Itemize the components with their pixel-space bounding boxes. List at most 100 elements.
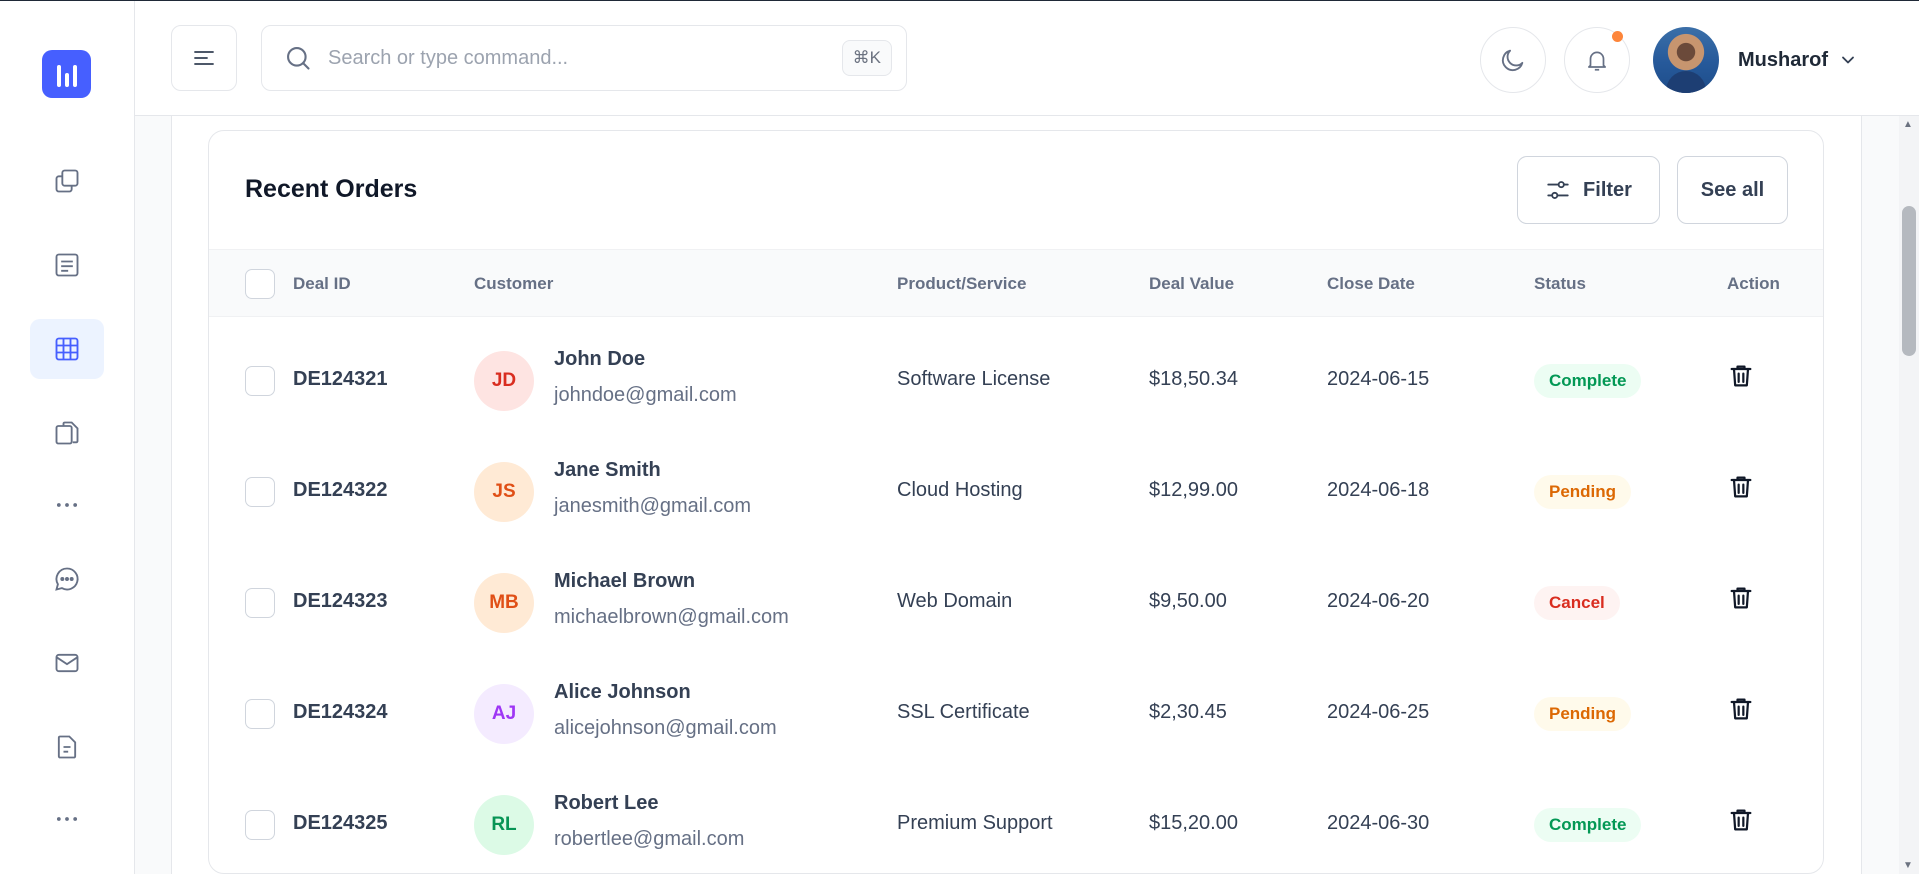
table-icon (55, 337, 79, 361)
deal-value: $15,20.00 (1149, 812, 1238, 834)
recent-orders-card: Recent Orders Filter See all Deal ID Cus… (208, 130, 1824, 874)
delete-row-button[interactable] (1727, 806, 1755, 839)
product-service: Cloud Hosting (897, 479, 1023, 501)
sidebar-item-chat[interactable] (30, 549, 104, 609)
customer-name: Alice Johnson (554, 681, 691, 703)
invoice-icon (57, 735, 77, 759)
customer-name: Michael Brown (554, 570, 696, 592)
scroll-up-arrow[interactable]: ▲ (1903, 119, 1913, 130)
search-shortcut-badge: ⌘K (841, 40, 892, 76)
close-date: 2024-06-18 (1327, 479, 1430, 501)
more-dots-icon (56, 817, 78, 821)
sidebar-item-invoice[interactable] (30, 717, 104, 777)
customer-initials-avatar: JS (474, 462, 534, 522)
user-avatar (1653, 27, 1719, 93)
user-menu[interactable]: Musharof (1653, 27, 1858, 93)
deal-id: DE124322 (293, 479, 388, 501)
close-date: 2024-06-30 (1327, 812, 1430, 834)
document-icon (55, 253, 79, 277)
filter-sliders-icon (1547, 181, 1569, 199)
delete-row-button[interactable] (1727, 695, 1755, 728)
sidebar-item-mail[interactable] (30, 633, 104, 693)
close-date: 2024-06-20 (1327, 590, 1430, 612)
customer-email: alicejohnson@gmail.com (554, 717, 777, 739)
sidebar-toggle-button[interactable] (171, 25, 237, 91)
column-header-deal-value[interactable]: Deal Value (1149, 274, 1234, 294)
column-header-customer[interactable]: Customer (474, 274, 553, 294)
chevron-down-icon (1842, 56, 1854, 64)
app-root: ⌘K Musharof Recent Orders Filter See all… (0, 0, 1919, 874)
column-header-deal-id[interactable]: Deal ID (293, 274, 351, 294)
row-checkbox[interactable] (245, 588, 275, 618)
copy-icon (55, 169, 79, 193)
status-badge: Cancel (1534, 586, 1620, 620)
column-header-product[interactable]: Product/Service (897, 274, 1026, 294)
table-header: Deal ID Customer Product/Service Deal Va… (209, 249, 1823, 317)
search-input[interactable] (328, 46, 842, 70)
chat-icon (55, 567, 79, 591)
app-logo[interactable] (42, 50, 91, 98)
column-header-close-date[interactable]: Close Date (1327, 274, 1415, 294)
deal-id: DE124324 (293, 701, 388, 723)
product-service: Web Domain (897, 590, 1013, 612)
notification-dot (1612, 31, 1623, 42)
row-checkbox[interactable] (245, 366, 275, 396)
pages-icon (55, 421, 79, 445)
customer-initials-avatar: MB (474, 573, 534, 633)
table-row: DE124325 RL Robert Lee robertlee@gmail.com P… (209, 770, 1823, 873)
bell-icon (1588, 51, 1606, 71)
status-badge: Complete (1534, 808, 1642, 842)
column-header-status[interactable]: Status (1534, 274, 1586, 294)
close-date: 2024-06-15 (1327, 368, 1430, 390)
column-header-action: Action (1727, 274, 1780, 293)
row-checkbox[interactable] (245, 699, 275, 729)
moon-icon (1501, 49, 1524, 72)
select-all-checkbox[interactable] (245, 269, 275, 299)
dark-mode-toggle-button[interactable] (1480, 27, 1546, 93)
delete-row-button[interactable] (1727, 584, 1755, 617)
trash-icon (1730, 476, 1752, 498)
deal-id: DE124321 (293, 368, 388, 390)
table-row: DE124324 AJ Alice Johnson alicejohnson@gmai… (209, 659, 1823, 770)
customer-name: Robert Lee (554, 792, 659, 814)
sidebar (0, 1, 135, 874)
filter-button[interactable]: Filter (1517, 156, 1660, 224)
customer-email: johndoe@gmail.com (554, 384, 737, 406)
delete-row-button[interactable] (1727, 362, 1755, 395)
row-checkbox[interactable] (245, 810, 275, 840)
scrollbar-thumb[interactable] (1902, 206, 1916, 356)
product-service: Premium Support (897, 812, 1053, 834)
customer-email: robertlee@gmail.com (554, 828, 745, 850)
customer-name: John Doe (554, 348, 646, 370)
sidebar-item-tables[interactable] (30, 319, 104, 379)
trash-icon (1730, 809, 1752, 831)
scroll-down-arrow[interactable]: ▼ (1903, 860, 1913, 871)
customer-initials-avatar: AJ (474, 684, 534, 744)
notifications-button[interactable] (1564, 27, 1630, 93)
sidebar-item-pages[interactable] (30, 403, 104, 463)
delete-row-button[interactable] (1727, 473, 1755, 506)
user-name: Musharof (1738, 48, 1828, 71)
card-title: Recent Orders (245, 175, 418, 203)
product-service: SSL Certificate (897, 701, 1030, 723)
search-bar[interactable]: ⌘K (261, 25, 907, 91)
sidebar-item-more-1[interactable] (30, 475, 104, 535)
status-badge: Pending (1534, 475, 1632, 509)
filter-button-label: Filter (1583, 178, 1632, 201)
table-row: DE124323 MB Michael Brown michaelbrown@gmai… (209, 548, 1823, 659)
customer-email: michaelbrown@gmail.com (554, 606, 789, 628)
sidebar-item-copy[interactable] (30, 151, 104, 211)
table-row: DE124322 JS Jane Smith janesmith@gmail.com C… (209, 437, 1823, 548)
see-all-button[interactable]: See all (1677, 156, 1788, 224)
sidebar-item-more-2[interactable] (30, 789, 104, 849)
deal-id: DE124325 (293, 812, 388, 834)
sidebar-item-document[interactable] (30, 235, 104, 295)
menu-icon (194, 51, 214, 65)
deal-value: $18,50.34 (1149, 368, 1238, 390)
mail-icon (55, 653, 79, 673)
search-icon (287, 47, 310, 70)
row-checkbox[interactable] (245, 477, 275, 507)
deal-value: $9,50.00 (1149, 590, 1227, 612)
more-dots-icon (56, 503, 78, 507)
trash-icon (1730, 698, 1752, 720)
